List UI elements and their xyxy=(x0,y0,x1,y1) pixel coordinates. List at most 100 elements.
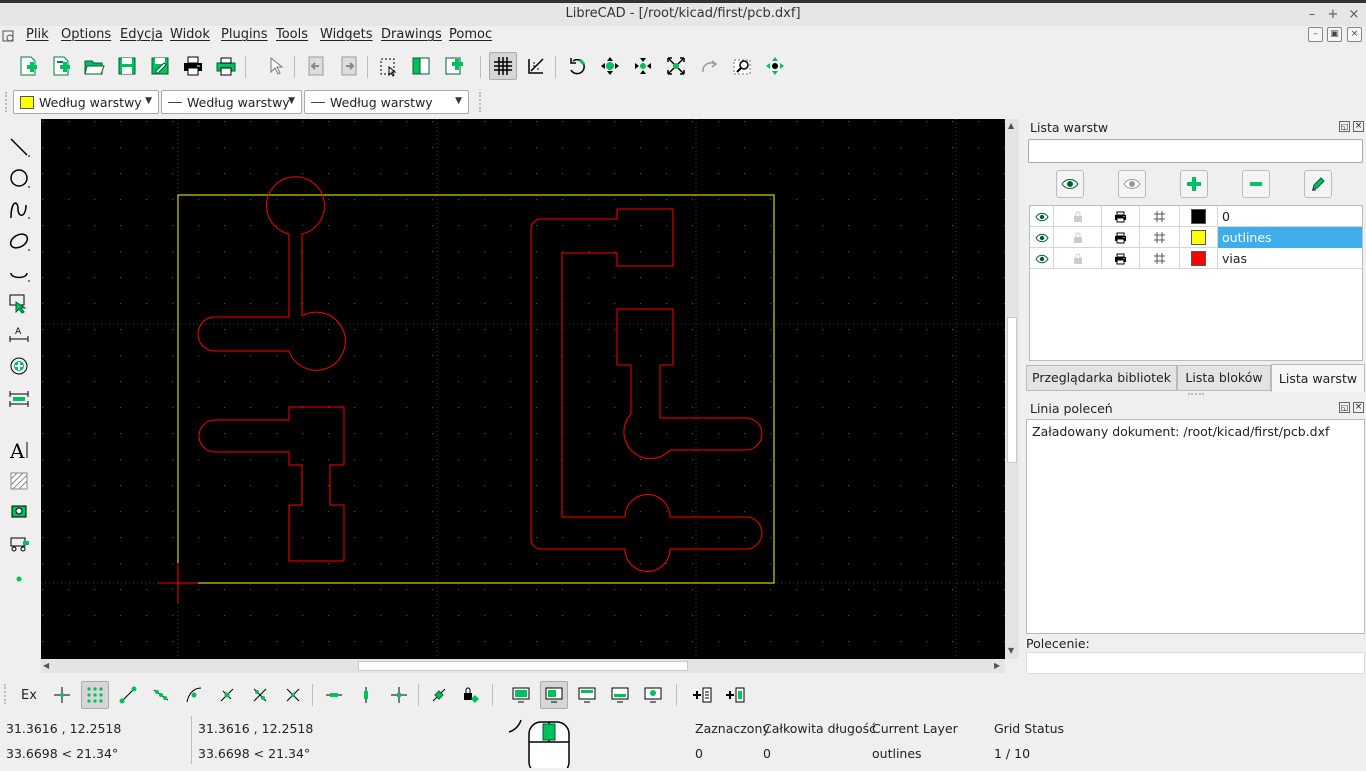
layer-row[interactable]: outlines xyxy=(1030,227,1362,248)
pen-color-select[interactable]: Według warstwy ▼ xyxy=(13,90,159,114)
edit-layer-button[interactable] xyxy=(1304,170,1332,198)
scroll-up-icon[interactable]: ▲ xyxy=(1008,121,1014,130)
exclusive-snap-button[interactable]: Ex xyxy=(15,681,43,709)
redraw-icon[interactable] xyxy=(563,52,591,80)
mdi-close-icon[interactable]: × xyxy=(1347,27,1362,42)
grid-toggle-icon[interactable] xyxy=(489,52,517,80)
lock-icon[interactable] xyxy=(1054,206,1102,227)
float-panel-icon[interactable]: ◱ xyxy=(1339,121,1350,132)
layer-row[interactable]: 0 xyxy=(1030,206,1362,227)
lock-icon[interactable] xyxy=(1054,227,1102,248)
print-preview-icon[interactable] xyxy=(212,52,240,80)
save-as-icon[interactable] xyxy=(146,52,174,80)
zoom-pan-icon[interactable] xyxy=(761,52,789,80)
lock-icon[interactable] xyxy=(1054,248,1102,269)
toolbar-handle[interactable] xyxy=(5,92,7,112)
snap-center-icon[interactable] xyxy=(180,681,208,709)
horizontal-scrollbar[interactable]: ◀ ▶ xyxy=(41,659,1005,673)
scroll-left-icon[interactable]: ◀ xyxy=(43,661,49,670)
float-panel-icon[interactable]: ◱ xyxy=(1339,402,1350,413)
close-panel-icon[interactable]: × xyxy=(1353,121,1364,132)
snap-free-icon[interactable] xyxy=(48,681,76,709)
draft-mode-icon[interactable] xyxy=(522,52,550,80)
mdi-restore-icon[interactable]: ▣ xyxy=(1327,27,1342,42)
menu-tools[interactable]: Tools xyxy=(276,26,308,46)
pen-width-select[interactable]: Według warstwy ▼ xyxy=(161,90,302,114)
lock-relative-zero-icon[interactable] xyxy=(458,681,486,709)
pen-linetype-select[interactable]: Według warstwy ▼ xyxy=(304,90,469,114)
set-relative-zero-icon[interactable] xyxy=(425,681,453,709)
maximize-icon[interactable]: + xyxy=(1325,6,1341,24)
toolbar-handle[interactable] xyxy=(479,92,481,112)
remove-layer-button[interactable] xyxy=(1242,170,1270,198)
scroll-right-icon[interactable]: ▶ xyxy=(994,661,1000,670)
print-icon[interactable] xyxy=(1102,227,1140,248)
close-icon[interactable]: × xyxy=(1346,6,1362,24)
layer-color-swatch[interactable] xyxy=(1180,248,1218,269)
paste-icon[interactable] xyxy=(440,52,468,80)
hide-all-layers-button[interactable] xyxy=(1118,170,1146,198)
copy-icon[interactable] xyxy=(407,52,435,80)
view-monitor-icon[interactable] xyxy=(507,681,535,709)
open-file-icon[interactable] xyxy=(80,52,108,80)
measure-tool-icon[interactable] xyxy=(6,385,34,413)
layer-color-swatch[interactable] xyxy=(1180,227,1218,248)
print-icon[interactable] xyxy=(179,52,207,80)
tab-library-browser[interactable]: Przeglądarka bibliotek xyxy=(1026,365,1177,391)
block-tool-icon[interactable] xyxy=(6,530,34,558)
add-info-2-icon[interactable] xyxy=(721,681,749,709)
print-icon[interactable] xyxy=(1102,206,1140,227)
horizontal-scroll-thumb[interactable] xyxy=(358,661,688,671)
select-window-icon[interactable] xyxy=(374,52,402,80)
image-tool-icon[interactable] xyxy=(6,498,34,526)
layer-row[interactable]: vias xyxy=(1030,248,1362,269)
new-from-template-icon[interactable] xyxy=(47,52,75,80)
circle-tool-icon[interactable] xyxy=(6,165,34,193)
undo-icon[interactable] xyxy=(302,52,330,80)
drawing-canvas[interactable] xyxy=(41,119,1005,659)
tab-block-list[interactable]: Lista bloków xyxy=(1177,365,1271,391)
text-tool-icon[interactable]: A xyxy=(6,436,34,464)
menu-plugins[interactable]: Plugins xyxy=(221,26,268,46)
construction-icon[interactable] xyxy=(1140,248,1180,269)
snap-endpoint-icon[interactable] xyxy=(114,681,142,709)
minimize-icon[interactable]: – xyxy=(1304,6,1320,24)
print-icon[interactable] xyxy=(1102,248,1140,269)
snap-middle-icon[interactable] xyxy=(213,681,241,709)
vertical-scrollbar[interactable]: ▲ ▼ xyxy=(1005,119,1019,659)
command-input[interactable] xyxy=(1026,652,1365,674)
snap-tool-icon[interactable] xyxy=(6,353,34,381)
snap-grid-icon[interactable] xyxy=(81,681,109,709)
line-tool-icon[interactable] xyxy=(6,134,34,162)
menu-drawings[interactable]: Drawings xyxy=(381,26,442,46)
scroll-down-icon[interactable]: ▼ xyxy=(1008,646,1014,655)
restrict-horizontal-icon[interactable] xyxy=(320,681,348,709)
polyline-tool-icon[interactable] xyxy=(6,259,34,287)
eye-icon[interactable] xyxy=(1030,227,1054,248)
curve-tool-icon[interactable] xyxy=(6,196,34,224)
mdi-minimize-icon[interactable]: – xyxy=(1308,27,1323,42)
zoom-in-icon[interactable] xyxy=(596,52,624,80)
hatch-tool-icon[interactable] xyxy=(6,468,34,496)
tab-layer-list[interactable]: Lista warstw xyxy=(1271,364,1365,392)
select-tool-icon[interactable] xyxy=(6,290,34,318)
save-icon[interactable] xyxy=(113,52,141,80)
dimension-tool-icon[interactable]: A xyxy=(6,322,34,350)
construction-icon[interactable] xyxy=(1140,227,1180,248)
splitter-handle[interactable] xyxy=(1188,393,1204,395)
view-monitor-4-icon[interactable] xyxy=(639,681,667,709)
layer-color-swatch[interactable] xyxy=(1180,206,1218,227)
menu-widok[interactable]: Widok xyxy=(170,26,210,46)
restrict-vertical-icon[interactable] xyxy=(352,681,380,709)
new-file-icon[interactable] xyxy=(14,52,42,80)
point-tool-icon[interactable] xyxy=(6,563,34,591)
app-menu-icon[interactable] xyxy=(2,29,16,43)
zoom-out-icon[interactable] xyxy=(629,52,657,80)
menu-pomoc[interactable]: Pomoc xyxy=(449,26,492,46)
show-all-layers-button[interactable] xyxy=(1056,170,1084,198)
snap-distance-icon[interactable] xyxy=(246,681,274,709)
zoom-auto-icon[interactable] xyxy=(662,52,690,80)
toolbar-handle[interactable] xyxy=(4,684,6,704)
eye-icon[interactable] xyxy=(1030,206,1054,227)
menu-widgets[interactable]: Widgets xyxy=(320,26,373,46)
